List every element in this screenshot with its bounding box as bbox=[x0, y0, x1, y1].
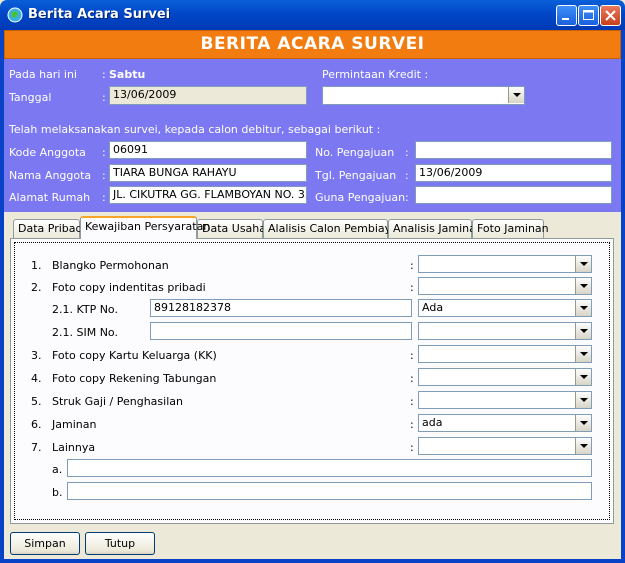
kk-select[interactable] bbox=[418, 345, 592, 363]
blangko-select[interactable] bbox=[418, 255, 592, 273]
req-number: 5. bbox=[31, 395, 42, 408]
guna-pengajuan-label: Guna Pengajuan bbox=[315, 191, 406, 204]
window-border-bottom bbox=[0, 559, 625, 563]
colon: : bbox=[410, 281, 414, 294]
req-label-kk: Foto copy Kartu Keluarga (KK) bbox=[52, 349, 217, 362]
req-label-foto-identitas: Foto copy indentitas pribadi bbox=[52, 281, 206, 294]
alamat-rumah-label: Alamat Rumah bbox=[9, 191, 91, 204]
window-border-right bbox=[621, 30, 625, 563]
colon: : bbox=[102, 68, 106, 81]
close-icon bbox=[605, 10, 616, 21]
req-number: 7. bbox=[31, 441, 42, 454]
req-label-rekening: Foto copy Rekening Tabungan bbox=[52, 372, 217, 385]
colon: : bbox=[102, 191, 106, 204]
jaminan-select[interactable]: ada bbox=[418, 414, 592, 432]
sim-number-field[interactable] bbox=[150, 322, 412, 340]
colon: : bbox=[410, 395, 414, 408]
colon: : bbox=[102, 91, 106, 104]
close-button[interactable] bbox=[600, 5, 621, 26]
lainnya-a-label: a. bbox=[52, 463, 63, 476]
tab-analisis-jaminan[interactable]: Analisis Jaminan bbox=[388, 219, 483, 238]
tgl-pengajuan-field[interactable]: 13/06/2009 bbox=[415, 164, 612, 182]
chevron-down-icon[interactable] bbox=[575, 415, 591, 431]
colon: : bbox=[410, 349, 414, 362]
colon: : bbox=[405, 169, 409, 182]
chevron-down-icon[interactable] bbox=[575, 300, 591, 316]
lainnya-a-field[interactable] bbox=[67, 459, 592, 477]
rekening-select[interactable] bbox=[418, 368, 592, 386]
req-label-lainnya: Lainnya bbox=[52, 441, 96, 454]
lainnya-select[interactable] bbox=[418, 437, 592, 455]
guna-pengajuan-field[interactable] bbox=[415, 186, 612, 204]
nama-anggota-field[interactable]: TIARA BUNGA RAHAYU bbox=[109, 164, 307, 182]
foto-identitas-select[interactable] bbox=[418, 277, 592, 295]
window-title: Berita Acara Survei bbox=[28, 7, 171, 22]
chevron-down-icon[interactable] bbox=[508, 87, 524, 103]
minimize-button[interactable] bbox=[556, 5, 577, 26]
req-number: 3. bbox=[31, 349, 42, 362]
chevron-down-icon[interactable] bbox=[575, 256, 591, 272]
chevron-down-icon[interactable] bbox=[575, 323, 591, 339]
colon: : bbox=[410, 441, 414, 454]
tanggal-label: Tanggal bbox=[9, 91, 52, 104]
chevron-down-icon[interactable] bbox=[575, 392, 591, 408]
colon: : bbox=[410, 372, 414, 385]
struk-gaji-select[interactable] bbox=[418, 391, 592, 409]
no-pengajuan-field[interactable] bbox=[415, 141, 612, 159]
tutup-button[interactable]: Tutup bbox=[85, 532, 155, 555]
no-pengajuan-label: No. Pengajuan bbox=[315, 146, 395, 159]
colon: : bbox=[410, 259, 414, 272]
permintaan-kredit-select[interactable] bbox=[322, 86, 525, 105]
ktp-select[interactable]: Ada bbox=[418, 299, 592, 317]
ktp-value: Ada bbox=[422, 301, 444, 314]
chevron-down-icon[interactable] bbox=[575, 346, 591, 362]
simpan-label: Simpan bbox=[24, 537, 66, 550]
req-number: 4. bbox=[31, 372, 42, 385]
req-label-jaminan: Jaminan bbox=[52, 418, 97, 431]
req-label-blangko: Blangko Permohonan bbox=[52, 259, 169, 272]
chevron-down-icon[interactable] bbox=[575, 438, 591, 454]
day-value: Sabtu bbox=[109, 68, 146, 81]
lainnya-b-field[interactable] bbox=[67, 482, 592, 500]
tab-analisis-calon-pembiayaan[interactable]: Alalisis Calon Pembiayaan bbox=[263, 219, 412, 238]
req-label-ktp: 2.1. KTP No. bbox=[52, 303, 118, 316]
tgl-pengajuan-label: Tgl. Pengajuan bbox=[315, 169, 397, 182]
tutup-label: Tutup bbox=[104, 537, 136, 550]
maximize-icon bbox=[583, 10, 594, 20]
colon: : bbox=[102, 146, 106, 159]
pada-hari-ini-label: Pada hari ini bbox=[9, 68, 77, 81]
req-number: 1. bbox=[31, 259, 42, 272]
minimize-icon bbox=[562, 18, 569, 20]
req-number: 6. bbox=[31, 418, 42, 431]
maximize-button[interactable] bbox=[578, 5, 599, 26]
simpan-button[interactable]: Simpan bbox=[10, 532, 80, 555]
chevron-down-icon[interactable] bbox=[575, 369, 591, 385]
permintaan-kredit-label: Permintaan Kredit : bbox=[322, 68, 429, 81]
req-number: 2. bbox=[31, 281, 42, 294]
tab-data-pribadi[interactable]: Data Pribadi bbox=[13, 219, 86, 238]
chevron-down-icon[interactable] bbox=[575, 278, 591, 294]
tanggal-field[interactable]: 13/06/2009 bbox=[109, 86, 307, 105]
ktp-number-field[interactable]: 89128182378 bbox=[150, 299, 412, 317]
colon: : bbox=[405, 191, 409, 204]
kode-anggota-label: Kode Anggota bbox=[9, 146, 86, 159]
req-label-struk-gaji: Struk Gaji / Penghasilan bbox=[52, 395, 183, 408]
kode-anggota-field[interactable]: 06091 bbox=[109, 141, 307, 159]
page-banner: BERITA ACARA SURVEI bbox=[4, 30, 621, 59]
nama-anggota-label: Nama Anggota bbox=[9, 169, 92, 182]
colon: : bbox=[405, 146, 409, 159]
intro-text: Telah melaksanakan survei, kepada calon … bbox=[9, 123, 381, 136]
tab-foto-jaminan[interactable]: Foto Jaminan bbox=[472, 219, 549, 238]
req-label-sim: 2.1. SIM No. bbox=[52, 326, 118, 339]
jaminan-value: ada bbox=[422, 416, 443, 429]
colon: : bbox=[410, 418, 414, 431]
app-globe-icon bbox=[7, 7, 23, 23]
lainnya-b-label: b. bbox=[52, 486, 63, 499]
colon: : bbox=[102, 169, 106, 182]
tab-kewajiban-persyaratan[interactable]: Kewajiban Persyaratan bbox=[80, 216, 210, 239]
sim-select[interactable] bbox=[418, 322, 592, 340]
alamat-rumah-field[interactable]: JL. CIKUTRA GG. FLAMBOYAN NO. 35 bbox=[109, 186, 307, 204]
